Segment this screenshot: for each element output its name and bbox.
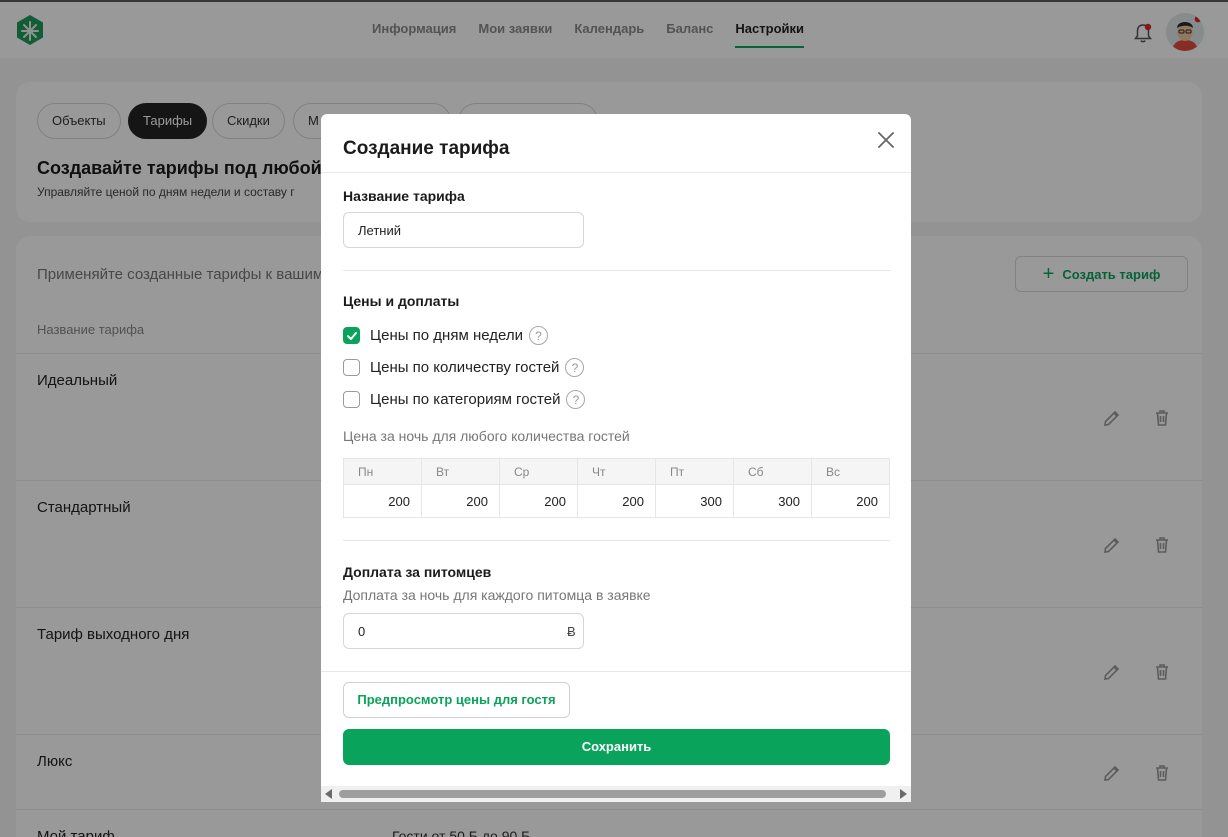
save-button[interactable]: Сохранить bbox=[343, 729, 890, 765]
day-price-input[interactable]: 300 bbox=[655, 484, 734, 518]
create-tariff-modal: Создание тарифа Название тарифа Цены и д… bbox=[321, 114, 911, 802]
checkbox-unchecked[interactable] bbox=[343, 359, 360, 376]
modal-title: Создание тарифа bbox=[343, 138, 510, 159]
option-label: Цены по дням недели bbox=[370, 327, 523, 344]
option-guest-category-prices[interactable]: Цены по категориям гостей ? bbox=[343, 390, 586, 409]
tariff-name-input[interactable] bbox=[343, 212, 584, 248]
weekday-price-table: Пн Вт Ср Чт Пт Сб Вс 200 200 200 200 300… bbox=[343, 458, 890, 518]
modal-header: Создание тарифа bbox=[321, 114, 911, 173]
preview-price-button[interactable]: Предпросмотр цены для гостя bbox=[343, 682, 570, 718]
close-icon[interactable] bbox=[876, 130, 896, 150]
divider bbox=[343, 270, 890, 271]
day-header: Пт bbox=[655, 458, 734, 485]
help-icon[interactable]: ? bbox=[528, 326, 548, 345]
divider bbox=[343, 540, 890, 541]
pet-surcharge-input[interactable] bbox=[343, 613, 584, 649]
divider bbox=[321, 671, 911, 672]
day-price-input[interactable]: 200 bbox=[577, 484, 656, 518]
pet-surcharge-note: Доплата за ночь для каждого питомца в за… bbox=[343, 587, 651, 603]
scrollbar-thumb[interactable] bbox=[339, 790, 886, 798]
day-price-input[interactable]: 200 bbox=[499, 484, 578, 518]
day-header: Вт bbox=[421, 458, 500, 485]
option-label: Цены по категориям гостей bbox=[370, 391, 561, 408]
day-price-input[interactable]: 200 bbox=[343, 484, 422, 518]
pet-surcharge-title: Доплата за питомцев bbox=[343, 564, 492, 580]
option-label: Цены по количеству гостей bbox=[370, 359, 560, 376]
tariff-name-label: Название тарифа bbox=[343, 188, 465, 204]
day-header: Сб bbox=[733, 458, 812, 485]
day-header: Ср bbox=[499, 458, 578, 485]
checkbox-unchecked[interactable] bbox=[343, 391, 360, 408]
help-icon[interactable]: ? bbox=[566, 390, 586, 409]
price-note: Цена за ночь для любого количества госте… bbox=[343, 428, 630, 444]
help-icon[interactable]: ? bbox=[565, 358, 585, 377]
prices-section-title: Цены и доплаты bbox=[343, 293, 460, 309]
day-price-input[interactable]: 200 bbox=[421, 484, 500, 518]
day-header: Вс bbox=[811, 458, 890, 485]
option-weekday-prices[interactable]: Цены по дням недели ? bbox=[343, 326, 548, 345]
option-guest-count-prices[interactable]: Цены по количеству гостей ? bbox=[343, 358, 585, 377]
day-price-input[interactable]: 200 bbox=[811, 484, 890, 518]
day-price-input[interactable]: 300 bbox=[733, 484, 812, 518]
horizontal-scrollbar[interactable] bbox=[321, 786, 911, 802]
day-header: Пн bbox=[343, 458, 422, 485]
scroll-left-icon[interactable] bbox=[325, 789, 332, 799]
currency-symbol: Ƀ bbox=[567, 624, 576, 639]
scroll-right-icon[interactable] bbox=[900, 789, 907, 799]
check-icon bbox=[346, 331, 357, 340]
day-header: Чт bbox=[577, 458, 656, 485]
checkbox-checked[interactable] bbox=[343, 327, 360, 344]
